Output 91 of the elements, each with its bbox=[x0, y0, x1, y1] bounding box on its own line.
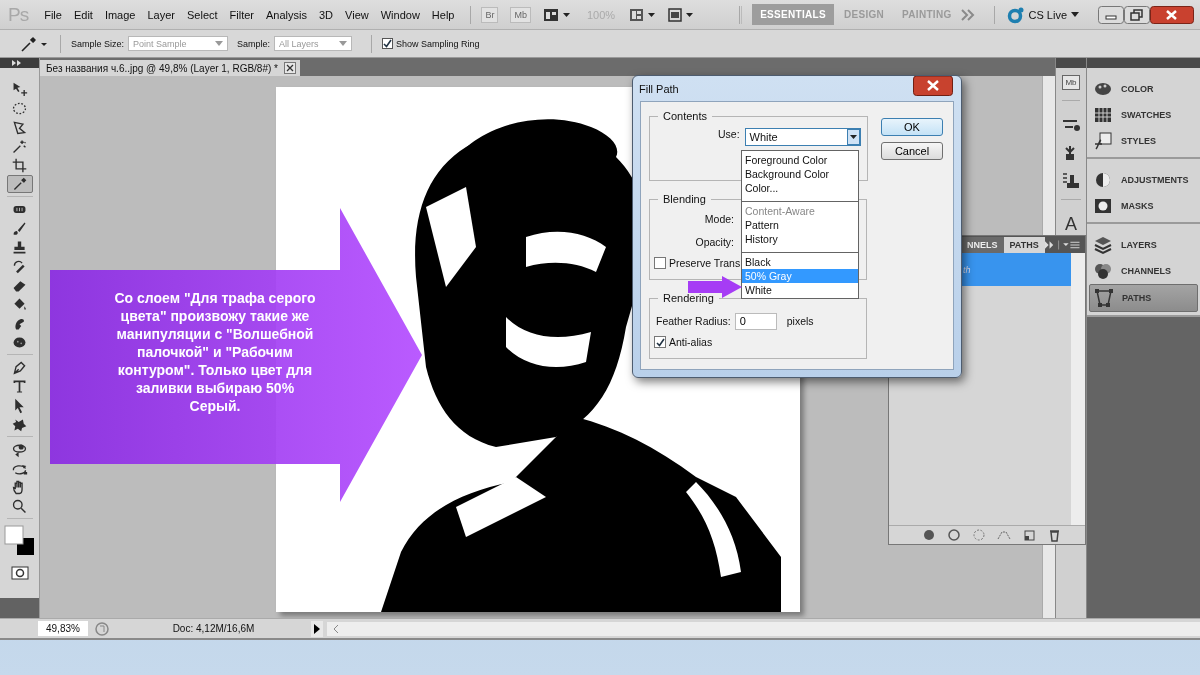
character-panel-button[interactable]: A bbox=[1065, 213, 1077, 235]
dropdown-option[interactable]: Color... bbox=[742, 181, 858, 195]
dropdown-option[interactable]: Black bbox=[742, 255, 858, 269]
menu-item[interactable]: Layer bbox=[141, 8, 181, 21]
callout-text: Со слоем "Для трафа серого цвета" произвожу такие же манипуляции с "Волшебной палочкой" и "Рабочим контуром". Только цвет для заливки выбираю 50% Серый. bbox=[113, 289, 317, 415]
document-size: Doc: 4,12M/16,6M bbox=[171, 623, 256, 634]
checkbox-label: Anti-alias bbox=[669, 336, 713, 348]
panel-button[interactable]: COLOR bbox=[1089, 76, 1198, 102]
trash-icon[interactable] bbox=[1047, 528, 1061, 542]
field-label: Use: bbox=[718, 128, 740, 140]
close-icon[interactable] bbox=[284, 62, 296, 74]
panel-button[interactable]: SWATCHES bbox=[1089, 102, 1198, 128]
field-label: Feather Radius: bbox=[656, 315, 731, 327]
fill-path-icon[interactable] bbox=[922, 528, 936, 542]
group-label: Contents bbox=[662, 110, 709, 122]
menu-item[interactable]: Edit bbox=[67, 8, 99, 21]
menu-item[interactable]: Help bbox=[425, 8, 461, 21]
mini-bridge-button[interactable]: Mb bbox=[510, 6, 531, 23]
screen-layout-icon[interactable] bbox=[543, 6, 573, 23]
quick-mask-icon[interactable] bbox=[10, 566, 29, 580]
caret-icon bbox=[1071, 11, 1080, 18]
feather-radius-field[interactable]: 0 bbox=[734, 312, 777, 330]
group-label: Blending bbox=[662, 193, 707, 205]
cs-live-button[interactable]: CS Live bbox=[1006, 5, 1080, 24]
channels-icon bbox=[1093, 261, 1113, 281]
styles-icon bbox=[1093, 131, 1113, 151]
masks-icon bbox=[1093, 196, 1113, 216]
menu-item[interactable]: Filter bbox=[223, 8, 261, 21]
restore-button[interactable] bbox=[1124, 5, 1150, 24]
zoom-icon bbox=[11, 497, 28, 515]
dropdown-option[interactable]: Foreground Color bbox=[742, 153, 858, 167]
checkbox[interactable] bbox=[382, 38, 394, 49]
bridge-button[interactable]: Br bbox=[481, 6, 499, 23]
panel-button[interactable]: MASKS bbox=[1089, 193, 1198, 219]
menu-item[interactable]: View bbox=[339, 8, 375, 21]
unit-label: pixels bbox=[786, 315, 814, 327]
menu-item[interactable]: File bbox=[38, 8, 68, 21]
group-label: Rendering bbox=[662, 292, 715, 304]
stroke-path-icon[interactable] bbox=[947, 528, 961, 542]
checkbox-label: Show Sampling Ring bbox=[396, 38, 480, 49]
crop-icon bbox=[11, 156, 28, 174]
scroll-bar[interactable] bbox=[1071, 253, 1085, 525]
panel-button[interactable]: LAYERS bbox=[1089, 232, 1198, 258]
menu-item[interactable]: Analysis bbox=[260, 8, 313, 21]
panel-menu-icon[interactable] bbox=[1044, 240, 1081, 250]
dialog-title: Fill Path bbox=[639, 83, 679, 95]
tool-button[interactable] bbox=[6, 175, 33, 193]
zoom-field[interactable]: 49,83% bbox=[38, 621, 88, 636]
dropdown-option[interactable]: Pattern bbox=[742, 218, 858, 232]
paths-icon bbox=[1094, 288, 1114, 308]
cs-live-icon bbox=[1006, 5, 1025, 24]
mini-bridge-panel-button[interactable]: Mb bbox=[1062, 74, 1080, 90]
play-icon[interactable] bbox=[311, 620, 323, 637]
menu-item[interactable]: Window bbox=[374, 8, 426, 21]
panel-button[interactable]: CHANNELS bbox=[1089, 258, 1198, 284]
tool-presets-icon[interactable] bbox=[1061, 171, 1081, 191]
use-dropdown[interactable]: White bbox=[744, 128, 861, 146]
caret-icon bbox=[215, 41, 224, 46]
menu-item[interactable]: Image bbox=[98, 8, 142, 21]
panel-button[interactable]: STYLES bbox=[1089, 128, 1198, 154]
eyedropper-icon bbox=[11, 175, 28, 193]
field-label: Sample: bbox=[237, 38, 271, 49]
adjustments-icon bbox=[1093, 170, 1113, 190]
ok-button[interactable]: OK bbox=[881, 118, 943, 136]
cancel-button[interactable]: Cancel bbox=[881, 142, 943, 160]
caret-icon bbox=[339, 41, 348, 46]
checkbox[interactable] bbox=[654, 257, 666, 269]
new-path-icon[interactable] bbox=[1022, 528, 1036, 542]
field-label: Opacity: bbox=[695, 235, 734, 248]
scroll-bar[interactable] bbox=[327, 621, 1200, 636]
panel-button[interactable]: PATHS bbox=[1089, 284, 1198, 312]
document-tab[interactable]: Без названия ч.6..jpg @ 49,8% (Layer 1, RGB/8#) * bbox=[40, 60, 300, 76]
menu-item[interactable]: 3D bbox=[313, 8, 340, 21]
field-label: Sample Size: bbox=[71, 38, 125, 49]
panel-tab[interactable]: PATHS bbox=[1003, 237, 1045, 253]
layers-icon bbox=[1093, 235, 1113, 255]
swatches-icon bbox=[1093, 105, 1113, 125]
dropdown-option[interactable]: Background Color bbox=[742, 167, 858, 181]
checkbox-label: Preserve Trans bbox=[669, 257, 741, 269]
dropdown-option[interactable]: White bbox=[742, 283, 858, 297]
checkbox[interactable] bbox=[654, 336, 666, 348]
close-button[interactable] bbox=[913, 76, 953, 96]
panel-button[interactable]: ADJUSTMENTS bbox=[1089, 167, 1198, 193]
dropdown-option[interactable]: History bbox=[742, 232, 858, 246]
close-button[interactable] bbox=[1150, 5, 1194, 24]
menu-item[interactable]: Select bbox=[181, 8, 224, 21]
panel-tab[interactable]: NNELS bbox=[961, 237, 1004, 253]
expand-icon[interactable] bbox=[12, 60, 22, 66]
color-swatches-icon[interactable] bbox=[2, 524, 37, 558]
move-icon bbox=[11, 80, 28, 98]
field-label: Mode: bbox=[704, 212, 734, 225]
